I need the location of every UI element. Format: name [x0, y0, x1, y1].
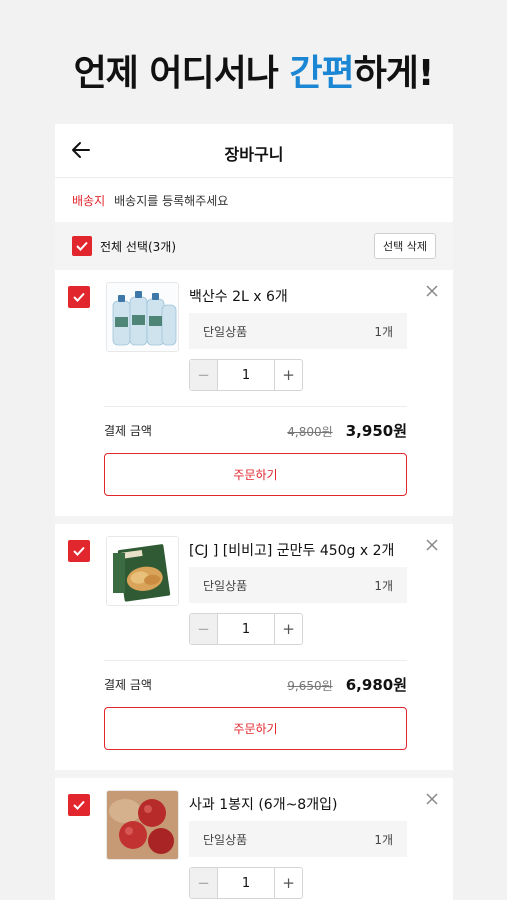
option-row: 단일상품 1개 — [189, 567, 407, 603]
quantity-value[interactable]: 1 — [218, 614, 274, 644]
item-checkbox[interactable] — [68, 286, 90, 308]
cart-item: 백산수 2L x 6개 단일상품 1개 − 1 + 결제 금액 4,800원 3… — [55, 270, 453, 516]
shipping-bar[interactable]: 배송지 배송지를 등록해주세요 — [55, 178, 453, 222]
quantity-stepper: − 1 + — [189, 867, 303, 899]
apples-image — [107, 791, 178, 859]
cart-screen: 장바구니 배송지 배송지를 등록해주세요 전체 선택(3개) 선택 삭제 백산수… — [55, 124, 453, 900]
shipping-message: 배송지를 등록해주세요 — [114, 193, 229, 208]
order-button[interactable]: 주문하기 — [104, 453, 407, 496]
remove-item-icon[interactable] — [425, 792, 439, 806]
final-price: 6,980원 — [345, 675, 407, 694]
final-price: 3,950원 — [345, 421, 407, 440]
payment-label: 결제 금액 — [104, 423, 152, 438]
item-checkbox[interactable] — [68, 794, 90, 816]
product-name[interactable]: 백산수 2L x 6개 — [189, 286, 407, 306]
check-icon — [76, 241, 88, 251]
check-icon — [73, 546, 85, 556]
product-image-water[interactable] — [106, 282, 179, 352]
option-label: 단일상품 — [203, 578, 248, 593]
headline-text: 언제 어디서나 — [73, 53, 290, 94]
water-bottles-image — [107, 283, 178, 351]
original-price: 4,800원 — [287, 424, 333, 439]
page-title: 장바구니 — [224, 145, 284, 164]
headline-accent: 간편 — [289, 53, 354, 94]
increase-button[interactable]: + — [274, 614, 302, 644]
option-row: 단일상품 1개 — [189, 313, 407, 349]
check-icon — [73, 292, 85, 302]
promo-headline: 언제 어디서나 간편하게! — [0, 44, 507, 96]
quantity-stepper: − 1 + — [189, 613, 303, 645]
product-image-apples[interactable] — [106, 790, 179, 860]
original-price: 9,650원 — [287, 678, 333, 693]
option-quantity: 1개 — [374, 832, 393, 847]
product-name[interactable]: [CJ ] [비비고] 군만두 450g x 2개 — [189, 540, 407, 560]
decrease-button[interactable]: − — [190, 360, 218, 390]
item-checkbox[interactable] — [68, 540, 90, 562]
option-label: 단일상품 — [203, 832, 248, 847]
remove-item-icon[interactable] — [425, 284, 439, 298]
select-all-checkbox[interactable] — [72, 236, 92, 256]
app-header: 장바구니 — [55, 124, 453, 178]
option-quantity: 1개 — [374, 324, 393, 339]
decrease-button[interactable]: − — [190, 868, 218, 898]
increase-button[interactable]: + — [274, 360, 302, 390]
quantity-stepper: − 1 + — [189, 359, 303, 391]
cart-item: [CJ ] [비비고] 군만두 450g x 2개 단일상품 1개 − 1 + … — [55, 524, 453, 770]
divider — [104, 406, 407, 407]
divider — [104, 660, 407, 661]
select-all-label: 전체 선택(3개) — [100, 239, 177, 254]
increase-button[interactable]: + — [274, 868, 302, 898]
cart-item: 사과 1봉지 (6개~8개입) 단일상품 1개 − 1 + — [55, 778, 453, 900]
shipping-label: 배송지 — [72, 193, 106, 208]
option-label: 단일상품 — [203, 324, 248, 339]
payment-row: 결제 금액 9,650원 6,980원 — [104, 672, 407, 696]
product-name[interactable]: 사과 1봉지 (6개~8개입) — [189, 794, 407, 814]
select-all-bar: 전체 선택(3개) 선택 삭제 — [55, 222, 453, 270]
product-image-dumpling[interactable] — [106, 536, 179, 606]
decrease-button[interactable]: − — [190, 614, 218, 644]
delete-selected-button[interactable]: 선택 삭제 — [374, 233, 436, 259]
payment-row: 결제 금액 4,800원 3,950원 — [104, 418, 407, 442]
quantity-value[interactable]: 1 — [218, 360, 274, 390]
order-button[interactable]: 주문하기 — [104, 707, 407, 750]
payment-label: 결제 금액 — [104, 677, 152, 692]
remove-item-icon[interactable] — [425, 538, 439, 552]
check-icon — [73, 800, 85, 810]
quantity-value[interactable]: 1 — [218, 868, 274, 898]
option-quantity: 1개 — [374, 578, 393, 593]
headline-text-end: 하게! — [353, 53, 435, 94]
dumpling-package-image — [107, 537, 178, 605]
option-row: 단일상품 1개 — [189, 821, 407, 857]
